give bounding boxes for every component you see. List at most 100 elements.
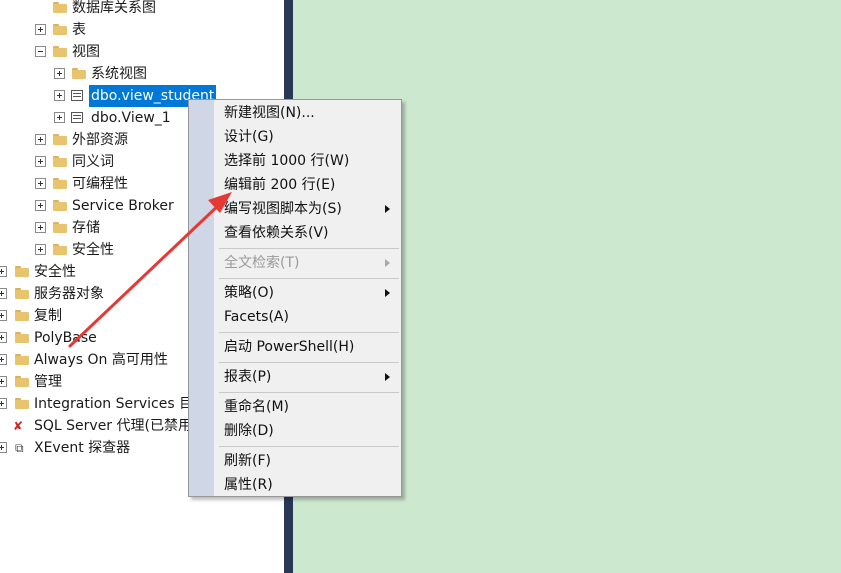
expand-icon[interactable] [35,222,46,233]
menu-item-label: 重命名(M) [224,399,290,415]
menu-item-properties[interactable]: 属性(R) [217,474,399,496]
tree-node-label: 服务器对象 [34,286,104,302]
menu-item-full-text-index: 全文检索(T) [217,252,399,274]
menu-item-label: 编写视图脚本为(S) [224,201,342,217]
menu-item-refresh[interactable]: 刷新(F) [217,450,399,472]
submenu-arrow-icon [385,373,390,381]
folder-icon [15,266,29,277]
tree-node-label: 可编程性 [72,176,128,192]
menu-item-delete[interactable]: 删除(D) [217,420,399,442]
folder-icon [53,134,67,145]
expand-icon[interactable] [0,398,7,409]
menu-item-edit-top-200[interactable]: 编辑前 200 行(E) [217,174,399,196]
folder-icon [53,244,67,255]
tree-node-label: Integration Services 目录 [34,396,208,412]
expand-icon[interactable] [0,266,7,277]
expand-icon[interactable] [35,156,46,167]
menu-item-label: 刷新(F) [224,453,271,469]
menu-item-label: 选择前 1000 行(W) [224,153,350,169]
menu-item-label: 全文检索(T) [224,255,300,271]
folder-icon [53,222,67,233]
agent-disabled-icon: ✘ [13,419,24,433]
tree-node-label: 管理 [34,374,62,390]
menu-item-label: 编辑前 200 行(E) [224,177,336,193]
tree-node-system-views[interactable]: 系统视图 [0,63,284,85]
expand-icon[interactable] [35,134,46,145]
expand-icon[interactable] [35,24,46,35]
menu-separator [219,332,399,333]
folder-icon [53,178,67,189]
tree-node-label: PolyBase [34,330,97,346]
expand-icon[interactable] [0,354,7,365]
expand-icon[interactable] [0,376,7,387]
menu-separator [219,278,399,279]
view-icon [71,112,83,123]
menu-item-label: 策略(O) [224,285,274,301]
context-menu: 新建视图(N)... 设计(G) 选择前 1000 行(W) 编辑前 200 行… [188,99,402,497]
menu-item-view-dependencies[interactable]: 查看依赖关系(V) [217,222,399,244]
menu-item-reports[interactable]: 报表(P) [217,366,399,388]
tree-node-label: Service Broker [72,198,174,214]
view-icon [71,90,83,101]
menu-separator [219,392,399,393]
tree-node-tables[interactable]: 表 [0,19,284,41]
menu-item-script-view-as[interactable]: 编写视图脚本为(S) [217,198,399,220]
menu-item-rename[interactable]: 重命名(M) [217,396,399,418]
expand-icon[interactable] [35,200,46,211]
tree-node-label: dbo.View_1 [91,110,171,126]
menu-separator [219,446,399,447]
menu-item-label: 启动 PowerShell(H) [224,339,355,355]
menu-icon-gutter [189,100,214,496]
menu-item-design[interactable]: 设计(G) [217,126,399,148]
menu-item-facets[interactable]: Facets(A) [217,306,399,328]
expand-icon[interactable] [0,442,7,453]
tree-node-label: Always On 高可用性 [34,352,168,368]
menu-item-label: 设计(G) [224,129,274,145]
folder-icon [15,398,29,409]
tree-node-label: XEvent 探查器 [34,440,131,456]
submenu-arrow-icon [385,259,390,267]
folder-icon [53,2,67,13]
expand-icon[interactable] [54,90,65,101]
tree-node-label: 同义词 [72,154,114,170]
menu-separator [219,362,399,363]
tree-node-label: 安全性 [34,264,76,280]
folder-icon [15,310,29,321]
xevent-icon: ⧉ [15,441,24,455]
menu-item-start-powershell[interactable]: 启动 PowerShell(H) [217,336,399,358]
folder-icon [15,288,29,299]
tree-node-label: 表 [72,22,86,38]
expand-icon[interactable] [54,112,65,123]
expand-icon[interactable] [0,332,7,343]
tree-node-views[interactable]: 视图 [0,41,284,63]
folder-icon [53,24,67,35]
menu-item-select-top-1000[interactable]: 选择前 1000 行(W) [217,150,399,172]
submenu-arrow-icon [385,205,390,213]
tree-node-label: 安全性 [72,242,114,258]
tree-node-database-diagrams[interactable]: 数据库关系图 [0,0,284,19]
menu-item-label: 查看依赖关系(V) [224,225,329,241]
tree-node-label: 数据库关系图 [72,0,156,16]
tree-node-label: 存储 [72,220,100,236]
tree-node-label: 外部资源 [72,132,128,148]
tree-node-label: 视图 [72,44,100,60]
folder-icon [15,376,29,387]
menu-item-new-view[interactable]: 新建视图(N)... [217,102,399,124]
menu-item-label: 删除(D) [224,423,274,439]
menu-item-label: 属性(R) [224,477,273,493]
menu-item-label: 新建视图(N)... [224,105,315,121]
expand-icon[interactable] [0,288,7,299]
menu-item-policies[interactable]: 策略(O) [217,282,399,304]
tree-node-label: 复制 [34,308,62,324]
expand-icon[interactable] [0,310,7,321]
tree-node-label: 系统视图 [91,66,147,82]
folder-icon [72,68,86,79]
expand-icon[interactable] [35,178,46,189]
expand-icon[interactable] [35,244,46,255]
expand-icon[interactable] [54,68,65,79]
submenu-arrow-icon [385,289,390,297]
collapse-icon[interactable] [35,46,46,57]
menu-item-label: Facets(A) [224,309,289,325]
folder-icon [53,200,67,211]
menu-item-label: 报表(P) [224,369,272,385]
